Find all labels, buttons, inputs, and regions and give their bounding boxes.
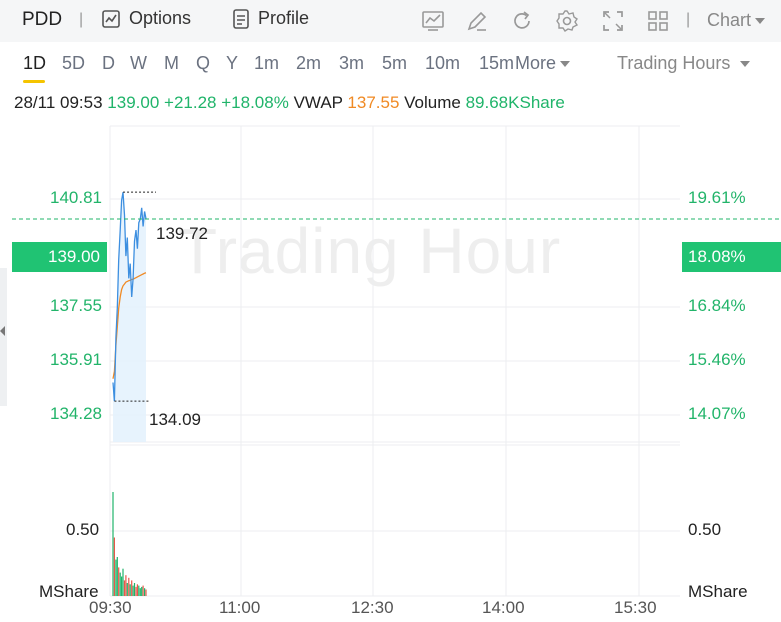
axis-left-label: 135.91 bbox=[50, 350, 102, 369]
volume-bar bbox=[138, 585, 140, 596]
volume-bar bbox=[123, 580, 126, 596]
axis-left-label: 137.55 bbox=[50, 296, 102, 315]
low-label: 134.09 bbox=[149, 410, 201, 429]
volume-bar bbox=[112, 492, 114, 596]
volume-axis-value-right: 0.50 bbox=[688, 520, 722, 539]
volume-axis-value-left: 0.50 bbox=[66, 520, 100, 539]
time-axis-label: 12:30 bbox=[351, 598, 394, 617]
volume-bar bbox=[144, 588, 146, 596]
time-axis-label: 15:30 bbox=[614, 598, 657, 617]
volume-bar bbox=[131, 580, 133, 596]
volume-bar bbox=[115, 559, 117, 596]
volume-bars bbox=[112, 492, 147, 596]
volume-bar bbox=[139, 588, 141, 596]
axis-left-label: 134.28 bbox=[50, 404, 102, 423]
volume-bar bbox=[122, 568, 124, 596]
volume-bar bbox=[142, 585, 144, 596]
volume-bar bbox=[136, 584, 138, 596]
volume-bar bbox=[121, 576, 123, 596]
volume-bar bbox=[133, 583, 136, 596]
volume-bar bbox=[116, 557, 118, 596]
axis-left-label: 140.81 bbox=[50, 188, 102, 207]
high-label: 139.72 bbox=[156, 224, 208, 243]
axis-right-label: 19.61% bbox=[688, 188, 746, 207]
time-axis-label: 11:00 bbox=[219, 598, 261, 617]
volume-bar bbox=[119, 572, 121, 596]
current-price-tag: 139.00 bbox=[12, 242, 107, 272]
volume-bar bbox=[135, 586, 137, 596]
volume-bar bbox=[126, 583, 128, 596]
volume-bar bbox=[129, 584, 131, 596]
current-pct-tag: 18.08% bbox=[682, 242, 781, 272]
volume-bar bbox=[128, 577, 130, 596]
axis-right-label: 14.07% bbox=[688, 404, 746, 423]
axis-right-label: 16.84% bbox=[688, 296, 746, 315]
axis-right-label: 15.46% bbox=[688, 350, 746, 369]
intraday-chart[interactable] bbox=[0, 0, 781, 622]
volume-axis-unit-right: MShare bbox=[688, 582, 748, 601]
chart-grid bbox=[109, 125, 680, 597]
volume-bar bbox=[125, 575, 127, 596]
time-axis-label: 09:30 bbox=[89, 598, 132, 617]
volume-bar bbox=[141, 586, 143, 596]
time-axis-label: 14:00 bbox=[482, 598, 525, 617]
volume-bar bbox=[145, 589, 147, 596]
volume-bar bbox=[113, 537, 115, 596]
volume-bar bbox=[118, 567, 120, 596]
volume-bar bbox=[132, 585, 134, 596]
